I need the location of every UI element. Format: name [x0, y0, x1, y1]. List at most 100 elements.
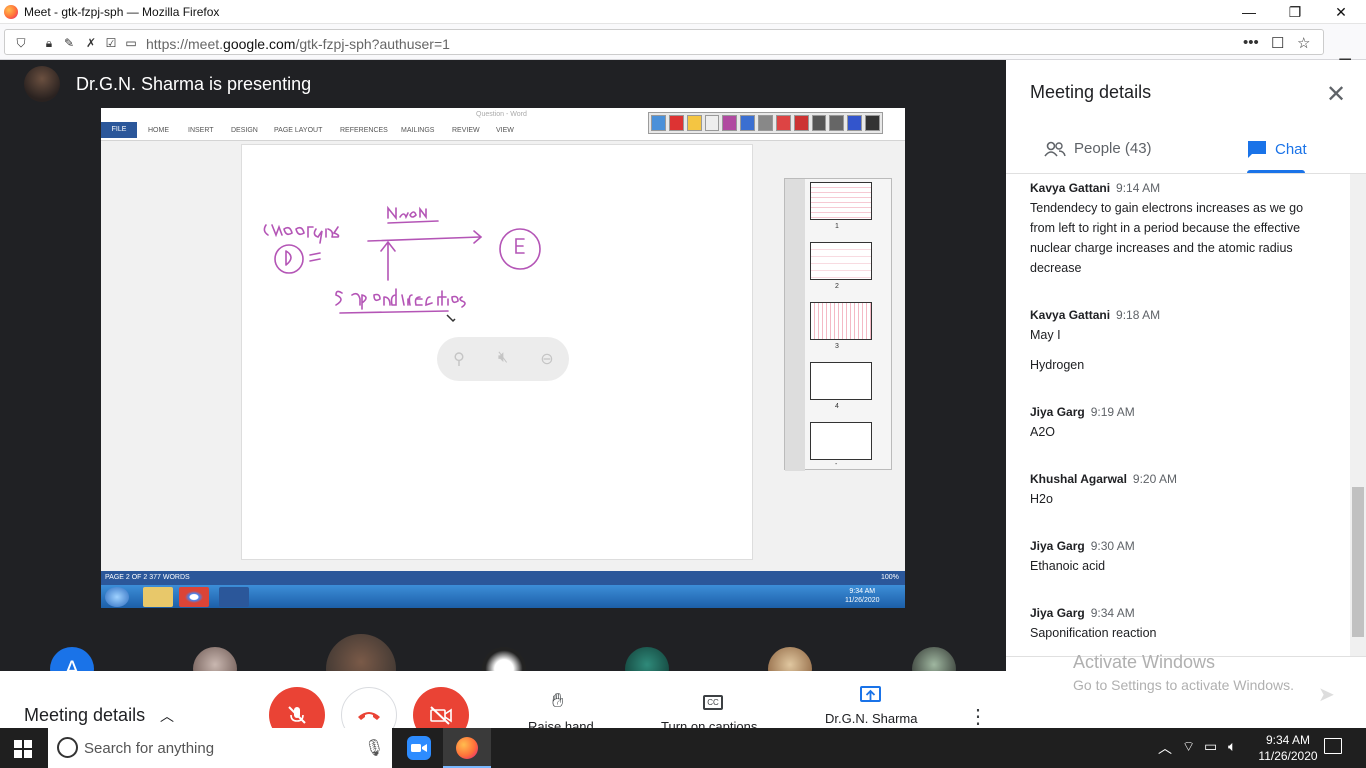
screen-share-icon[interactable]: ☑	[103, 36, 119, 50]
ribbon-tab: REFERENCES	[340, 127, 388, 134]
zoom-app-icon[interactable]	[407, 736, 431, 760]
pen-toolbar	[648, 112, 883, 134]
tab-people[interactable]: People (43)	[1044, 140, 1152, 157]
page-thumbnail-1	[810, 182, 872, 220]
pocket-icon[interactable]: ☐	[1271, 34, 1284, 52]
url-text[interactable]: https://meet.google.com/gtk-fzpj-sph?aut…	[146, 36, 450, 52]
monitor-icon	[651, 115, 666, 131]
restore-button[interactable]: ❐	[1272, 0, 1318, 24]
page-thumbnail-3	[810, 302, 872, 340]
ribbon-tab: HOME	[148, 127, 169, 134]
send-icon[interactable]: ➤	[1318, 682, 1335, 707]
eraser-icon	[668, 115, 684, 131]
taskbar-clock[interactable]: 9:34 AM 11/26/2020	[1258, 732, 1318, 764]
chat-icon	[1248, 141, 1266, 158]
camera-blocked-icon[interactable]: ✎	[61, 36, 77, 50]
bookmark-star-icon[interactable]: ☆	[1297, 34, 1310, 52]
presenting-label: Dr.G.N. Sharma is presenting	[76, 74, 312, 94]
word-doc-title: Question - Word	[476, 111, 527, 118]
mic-off-icon	[288, 706, 306, 724]
minimize-button[interactable]: —	[1226, 0, 1272, 24]
chat-message-text: Tendendecy to gain electrons increases a…	[1030, 201, 1304, 275]
page-thumbnail-4	[810, 362, 872, 400]
pen-icon	[686, 115, 702, 131]
clear-icon	[793, 115, 809, 131]
shared-clock: 9:34 AM 11/26/2020	[845, 588, 880, 604]
taskbar-time: 9:34 AM	[1265, 733, 1311, 747]
captions-icon[interactable]: CC	[703, 695, 723, 710]
ribbon-tab-file: FILE	[101, 122, 137, 138]
more-options-icon[interactable]: ⋮	[968, 704, 988, 729]
chevron-up-icon[interactable]: ︿	[160, 706, 174, 726]
raise-hand-icon[interactable]: ✋︎	[552, 690, 563, 713]
window-title: Meet - gtk-fzpj-sph — Mozilla Firefox	[24, 5, 220, 19]
lock-icon[interactable]: 🔒︎	[41, 36, 57, 50]
chat-message-text: Ethanoic acid	[1030, 559, 1106, 573]
shield-icon[interactable]: ⛉	[13, 36, 29, 50]
exit-icon	[865, 115, 880, 131]
windows-start-icon[interactable]	[14, 740, 32, 758]
mic-blocked-icon[interactable]: ✗	[83, 36, 99, 50]
ribbon-tab: INSERT	[188, 127, 214, 134]
start-orb-icon	[105, 587, 129, 607]
navigation-toolbar: ⛉ 🔒︎ ✎ ✗ ☑ ▭ https://meet.google.com/gtk…	[0, 24, 1366, 74]
notifications-icon[interactable]	[1324, 738, 1342, 754]
browser-title-bar: Meet - gtk-fzpj-sph — Mozilla Firefox — …	[0, 0, 1366, 24]
chat-message-text: H2o	[1030, 492, 1053, 506]
tray-chevron-up-icon[interactable]: ︿	[1158, 738, 1172, 758]
redo-icon	[758, 115, 773, 131]
highlighter-icon	[775, 115, 791, 131]
chat-message-text: Hydrogen	[1030, 358, 1085, 372]
arrow-up-icon	[865, 689, 876, 700]
chat-message-text: May I	[1030, 328, 1061, 342]
ribbon-tab: REVIEW	[452, 127, 480, 134]
word-taskbar-icon	[219, 587, 249, 607]
people-icon	[1044, 141, 1066, 157]
word-count: PAGE 2 OF 2 377 WORDS	[105, 574, 190, 581]
chat-message-header: Jiya Garg 9:30 AM	[1030, 539, 1135, 553]
dot-icon	[704, 115, 720, 131]
shared-screen: Question - Word FILE HOME INSERT DESIGN …	[101, 108, 905, 608]
presenter-name-label[interactable]: Dr.G.N. Sharma	[825, 711, 917, 726]
present-screen-icon[interactable]	[860, 686, 881, 702]
close-panel-icon[interactable]: ✕	[1326, 80, 1346, 109]
ribbon-tab: DESIGN	[231, 127, 258, 134]
chat-message-text: Saponification reaction	[1030, 626, 1157, 640]
battery-icon[interactable]: ▭	[1204, 738, 1217, 755]
firefox-taskbar-button[interactable]	[443, 728, 491, 768]
page-number: -	[835, 461, 838, 468]
volume-icon[interactable]: 🔈︎	[1228, 738, 1236, 755]
meeting-details-button[interactable]: Meeting details	[24, 705, 145, 726]
undo-icon	[740, 115, 756, 131]
close-window-button[interactable]: ✕	[1318, 0, 1364, 24]
tab-chat[interactable]: Chat	[1247, 140, 1307, 158]
pin-icon: ⚲	[453, 351, 465, 368]
video-camera-icon	[411, 744, 427, 752]
wifi-icon[interactable]: ⌔	[1182, 738, 1195, 756]
chat-message-header: Jiya Garg 9:19 AM	[1030, 405, 1135, 419]
settings-icon	[811, 115, 827, 131]
notification-icon[interactable]: ▭	[123, 36, 139, 50]
microphone-icon[interactable]: 🎙︎	[364, 738, 384, 758]
capture-icon	[829, 115, 845, 131]
ribbon-tab: VIEW	[496, 127, 514, 134]
ink-toolbar-popup: ⚲ 🔇︎ ⊖	[437, 337, 569, 381]
taskbar-search-placeholder[interactable]: Search for anything	[84, 740, 214, 757]
activate-windows-subtitle: Go to Settings to activate Windows.	[1073, 677, 1294, 693]
shared-windows-taskbar: 9:34 AM 11/26/2020	[101, 585, 905, 608]
address-bar[interactable]: ⛉ 🔒︎ ✎ ✗ ☑ ▭ https://meet.google.com/gtk…	[4, 29, 1324, 55]
page-actions-icon[interactable]: •••	[1243, 34, 1259, 51]
chrome-icon	[179, 587, 209, 607]
firefox-logo-icon	[4, 5, 18, 19]
activate-windows-title: Activate Windows	[1073, 652, 1216, 672]
camera-off-icon	[430, 706, 452, 725]
page-number: 1	[835, 223, 839, 230]
tab-chat-label: Chat	[1275, 140, 1307, 158]
mute-icon: 🔇︎	[497, 349, 509, 366]
page-number: 3	[835, 343, 839, 350]
panel-title: Meeting details	[1030, 82, 1152, 102]
zoom-level: 100%	[881, 574, 899, 581]
chat-message-text: A2O	[1030, 425, 1056, 439]
page-number: 2	[835, 283, 839, 290]
chat-scroll-thumb[interactable]	[1352, 487, 1364, 637]
